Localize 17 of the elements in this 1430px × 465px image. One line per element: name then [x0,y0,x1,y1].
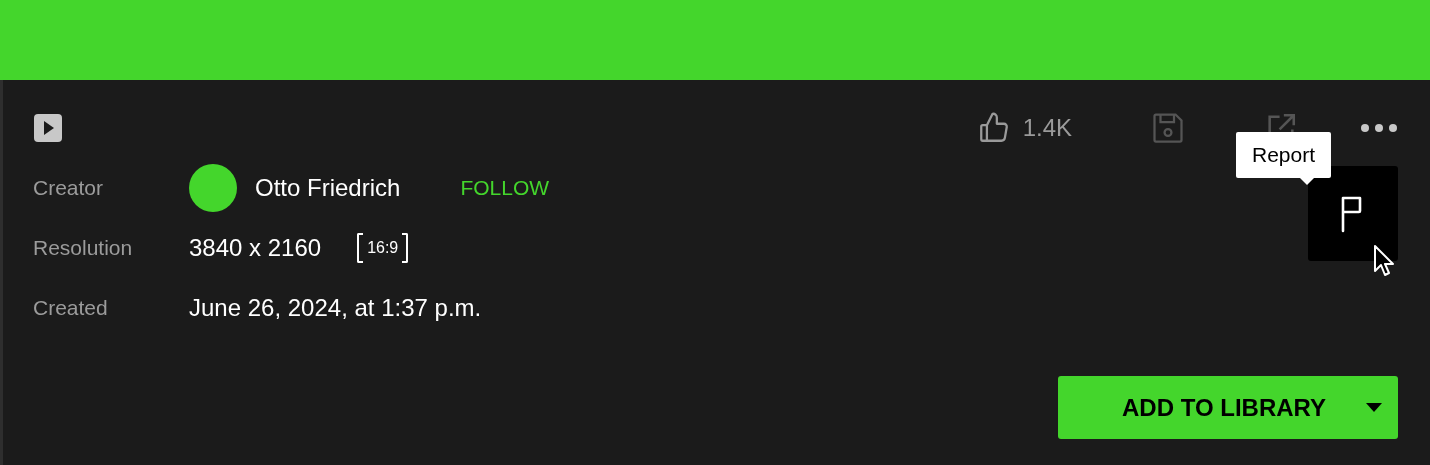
avatar [189,164,237,212]
follow-button[interactable]: FOLLOW [460,176,550,200]
add-to-library-button[interactable]: ADD TO LIBRARY [1058,376,1398,439]
like-button[interactable]: 1.4K [976,111,1072,145]
tooltip-pointer-icon [1300,178,1314,185]
created-date: June 26, 2024, at 1:37 p.m. [189,294,482,322]
field-label: Created [33,296,108,320]
field-label: Resolution [33,236,133,260]
report-button[interactable] [1308,166,1398,261]
resolution-value: 3840 x 2160 [189,234,322,262]
tooltip: Report [1236,132,1332,185]
creator-name: Otto Friedrich [255,174,401,202]
play-icon[interactable] [33,113,63,143]
field-label: Creator [33,176,104,200]
aspect-ratio-badge: 16:9 [357,233,409,263]
caret-icon[interactable] [1366,403,1382,412]
more-button[interactable] [1360,123,1398,133]
